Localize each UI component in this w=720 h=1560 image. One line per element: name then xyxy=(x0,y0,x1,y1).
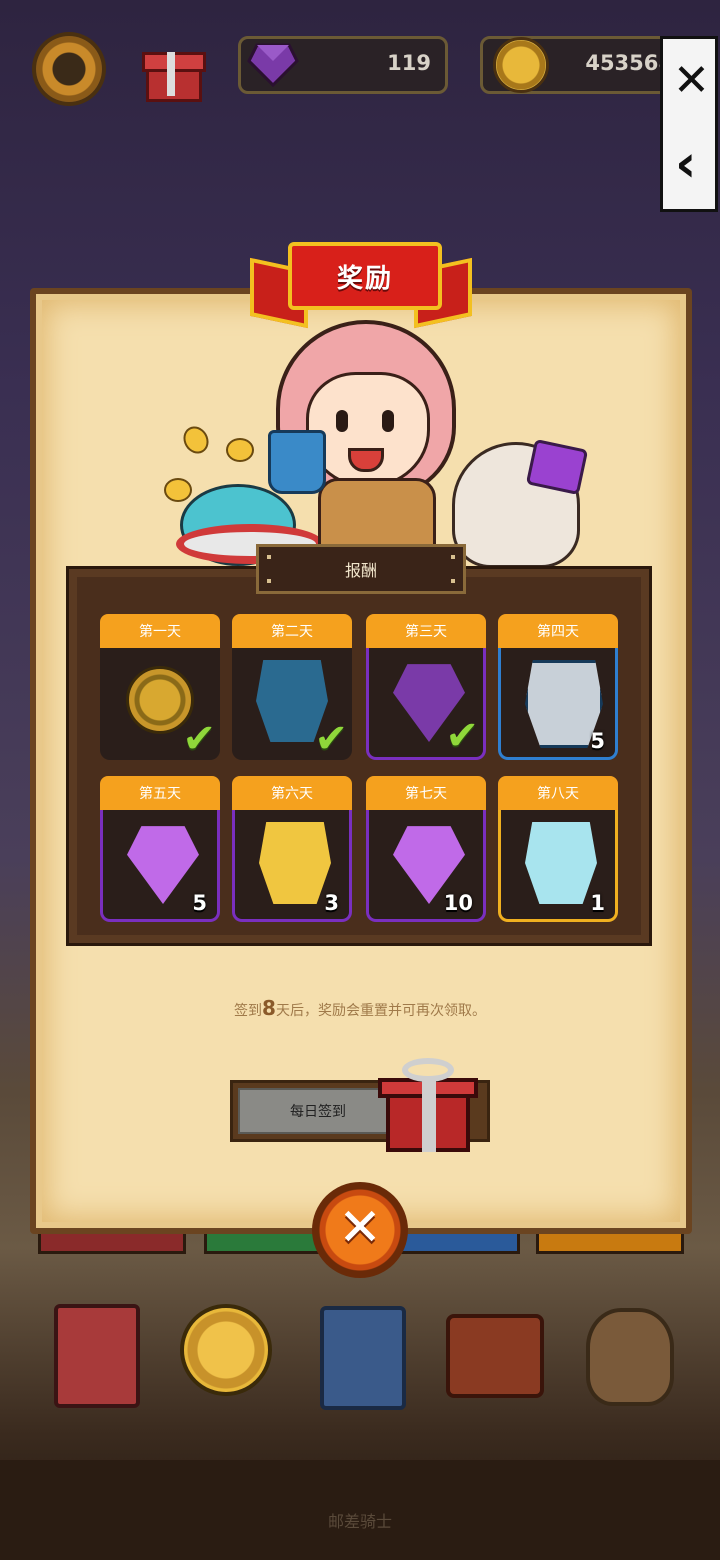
close-icon: ✕ xyxy=(338,1198,382,1258)
reward-card-day-5: 第五天 5 xyxy=(100,776,220,922)
coin-counter: 453568 xyxy=(480,36,690,94)
nav-chest-icon[interactable] xyxy=(440,1300,544,1410)
close-icon[interactable]: ✕ xyxy=(673,59,710,103)
reset-note: 签到8天后，奖励会重置并可再次领取。 xyxy=(60,996,660,1020)
day-label: 第三天 xyxy=(366,614,486,648)
banner-title: 奖励 xyxy=(288,242,442,310)
claimed-check-icon: ✔ xyxy=(445,713,479,759)
purple-gem-icon xyxy=(127,826,199,904)
day-label: 第七天 xyxy=(366,776,486,810)
reward-card-day-3: 第三天 ✔ xyxy=(366,614,486,760)
nav-cards-icon[interactable] xyxy=(312,1300,412,1410)
reward-qty: 5 xyxy=(590,729,605,753)
flying-coin-icon xyxy=(226,438,254,462)
stat-strip-red xyxy=(38,1232,186,1254)
claimed-check-icon: ✔ xyxy=(182,716,216,762)
gem-counter: 119 xyxy=(238,36,448,94)
left-eye xyxy=(336,410,348,432)
crystal-crest-icon xyxy=(525,822,597,904)
back-chevron-icon[interactable]: ‹ xyxy=(675,138,696,190)
note-suffix: 天后，奖励会重置并可再次领取。 xyxy=(275,1003,486,1019)
nav-bag-icon[interactable] xyxy=(576,1300,676,1410)
reward-card-day-7: 第七天 10 xyxy=(366,776,486,922)
reward-qty: 1 xyxy=(590,891,605,915)
reward-banner: 奖励 xyxy=(250,242,472,329)
day-label: 第六天 xyxy=(232,776,352,810)
gift-box-icon[interactable] xyxy=(378,1058,478,1154)
gold-crest-icon xyxy=(259,822,331,904)
nav-book-icon[interactable] xyxy=(50,1300,150,1410)
nav-coin-icon[interactable] xyxy=(178,1300,278,1410)
claimed-check-icon: ✔ xyxy=(314,716,348,762)
reward-card-day-1: 第一天 ✔ xyxy=(100,614,220,760)
daily-checkin-button[interactable]: 每日签到 xyxy=(238,1088,398,1134)
reward-card-day-8: 第八天 1 xyxy=(498,776,618,922)
gem-count: 119 xyxy=(387,51,431,75)
reward-qty: 10 xyxy=(443,891,473,915)
reward-qty: 5 xyxy=(192,891,207,915)
reward-card-day-6: 第六天 3 xyxy=(232,776,352,922)
settings-gear-icon[interactable] xyxy=(36,36,102,102)
gift-icon[interactable] xyxy=(140,40,206,102)
footer-title: 邮差骑士 xyxy=(327,1512,392,1531)
stat-strip-orange xyxy=(536,1232,684,1254)
reward-card-day-4[interactable]: 第四天 5 xyxy=(498,614,618,760)
reward-card-day-2: 第二天 ✔ xyxy=(232,614,352,760)
reward-qty: 3 xyxy=(324,891,339,915)
day-label: 第二天 xyxy=(232,614,352,648)
close-popup-button[interactable]: ✕ xyxy=(312,1182,408,1278)
side-controls: ✕ ‹ xyxy=(660,36,718,212)
day-label: 第一天 xyxy=(100,614,220,648)
note-days: 8 xyxy=(262,996,276,1020)
day-label: 第五天 xyxy=(100,776,220,810)
board-title: 报酬 xyxy=(256,544,466,594)
flying-coin-icon xyxy=(164,478,192,502)
coin-icon xyxy=(493,37,549,93)
day-label: 第四天 xyxy=(498,614,618,648)
note-prefix: 签到 xyxy=(234,1003,263,1019)
board-title-text: 报酬 xyxy=(344,561,377,580)
crest-held-icon xyxy=(268,430,326,494)
day-label: 第八天 xyxy=(498,776,618,810)
gem-icon xyxy=(247,43,299,87)
right-eye xyxy=(382,410,394,432)
